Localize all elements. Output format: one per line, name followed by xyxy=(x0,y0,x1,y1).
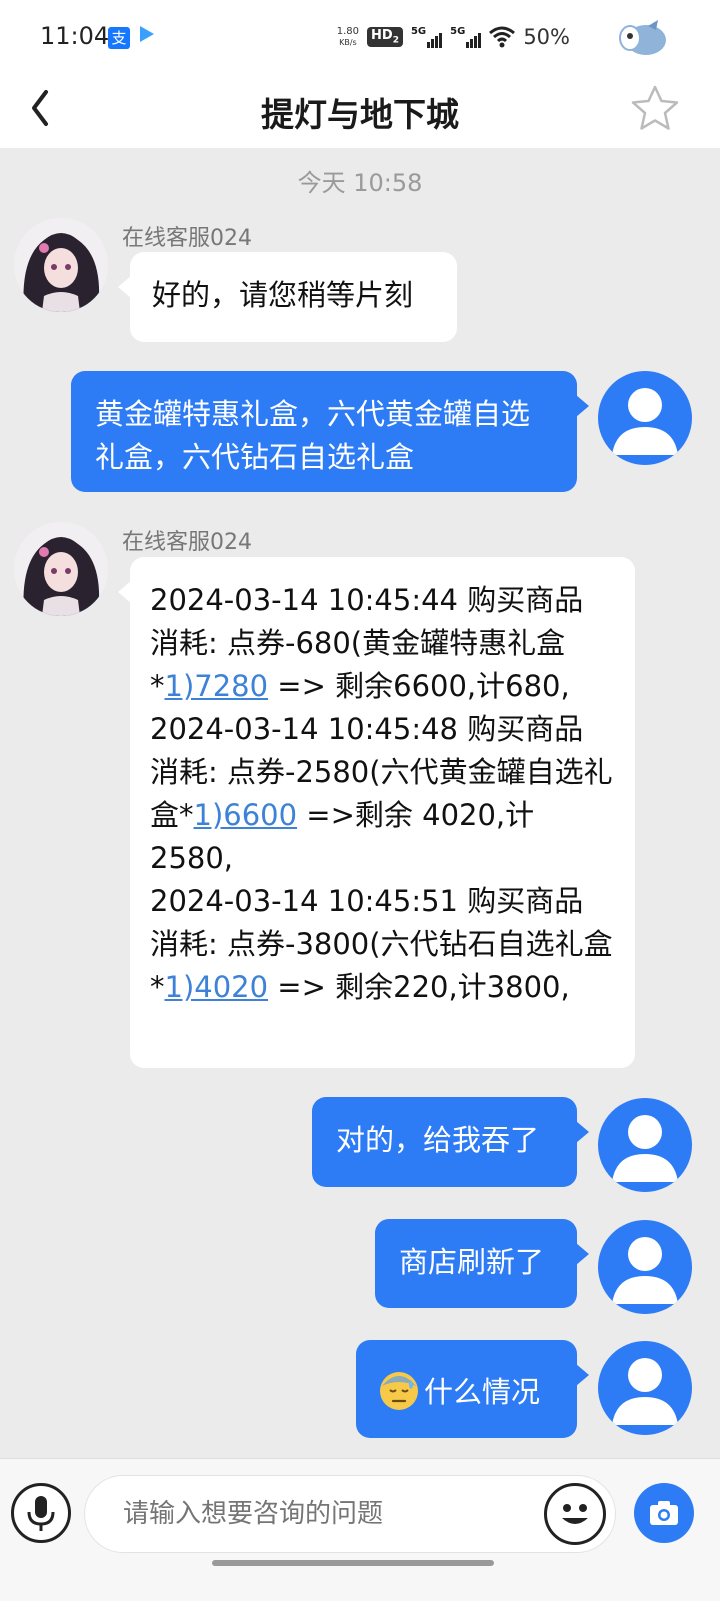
page-title: 提灯与地下城 xyxy=(261,95,459,134)
emoji-button[interactable] xyxy=(544,1483,606,1545)
smiley-icon xyxy=(562,1504,588,1524)
input-bar xyxy=(0,1458,720,1601)
user-message-bubble: 什么情况 xyxy=(356,1340,589,1438)
user-avatar xyxy=(598,1341,692,1435)
default-user-avatar-icon xyxy=(612,1115,678,1182)
wifi-icon xyxy=(489,26,516,48)
message-text: 好的，请您稍等片刻 xyxy=(152,278,414,312)
microphone-icon xyxy=(27,1496,55,1531)
sweat-face-emoji-icon xyxy=(380,1372,418,1410)
purchase-record-text: => 剩余220,计3800, xyxy=(268,970,570,1004)
battery-percent: 50% xyxy=(523,25,570,49)
purchase-record-link[interactable]: 1)6600 xyxy=(194,798,298,832)
user-avatar xyxy=(598,371,692,465)
net-speed-unit: KB/s xyxy=(339,38,357,47)
user-message-bubble: 黄金罐特惠礼盒，六代黄金罐自选礼盒，六代钻石自选礼盒 xyxy=(71,371,589,492)
chat-timestamp: 今天 10:58 xyxy=(297,169,423,197)
status-indicators: 1.80 KB/s HD2 5G 5G 50% xyxy=(337,22,570,52)
purchase-record-link[interactable]: 1)7280 xyxy=(165,669,269,703)
signal-2-icon: 5G xyxy=(450,26,482,48)
net-speed: 1.80 KB/s xyxy=(337,26,359,48)
agent-avatar-image xyxy=(14,522,108,616)
user-avatar xyxy=(598,1098,692,1192)
battery-mascot-icon xyxy=(619,20,666,55)
nav-bar: 提灯与地下城 xyxy=(0,72,720,148)
hd-voice-icon: HD2 xyxy=(367,27,403,47)
signal-2-label: 5G xyxy=(450,26,466,37)
message-text: 商店刷新了 xyxy=(399,1245,545,1279)
default-user-avatar-icon xyxy=(612,1237,678,1304)
user-message-bubble: 对的，给我吞了 xyxy=(312,1097,589,1187)
hd-sub: 2 xyxy=(392,35,399,46)
agent-avatar xyxy=(14,522,108,616)
user-message-bubble: 商店刷新了 xyxy=(375,1219,589,1308)
app-notification-icon xyxy=(140,26,154,42)
message-input[interactable] xyxy=(84,1475,616,1553)
hd-label: HD xyxy=(371,28,393,44)
user-avatar xyxy=(598,1220,692,1314)
default-user-avatar-icon xyxy=(612,1358,678,1425)
message-text: 对的，给我吞了 xyxy=(336,1123,540,1157)
agent-message-bubble: 好的，请您稍等片刻 xyxy=(118,252,457,342)
voice-input-button[interactable] xyxy=(11,1483,71,1543)
message-text: 什么情况 xyxy=(424,1375,541,1409)
signal-1-label: 5G xyxy=(410,26,427,37)
alipay-icon: 支 xyxy=(108,27,130,49)
agent-avatar xyxy=(14,218,108,312)
camera-button[interactable] xyxy=(634,1483,694,1543)
purchase-record-text: => 剩余6600,计680, xyxy=(268,669,570,703)
status-bar: 11:04 支 1.80 KB/s HD2 5G 5G 50% xyxy=(0,0,720,72)
net-speed-value: 1.80 xyxy=(336,26,360,37)
signal-1-icon: 5G xyxy=(410,26,443,48)
favorite-star-icon[interactable] xyxy=(630,84,680,134)
default-user-avatar-icon xyxy=(612,388,678,455)
purchase-record-link[interactable]: 1)4020 xyxy=(165,970,269,1004)
agent-name: 在线客服024 xyxy=(122,530,252,555)
home-indicator[interactable] xyxy=(212,1560,494,1566)
agent-message-bubble: 2024-03-14 10:45:44 购买商品 消耗: 点券-680(黄金罐特… xyxy=(118,557,635,1068)
camera-icon xyxy=(650,1501,678,1525)
agent-name: 在线客服024 xyxy=(122,226,252,251)
message-text: 黄金罐特惠礼盒，六代黄金罐自选礼盒，六代钻石自选礼盒 xyxy=(95,397,531,474)
agent-avatar-image xyxy=(14,218,108,312)
status-time: 11:04 xyxy=(40,22,110,50)
